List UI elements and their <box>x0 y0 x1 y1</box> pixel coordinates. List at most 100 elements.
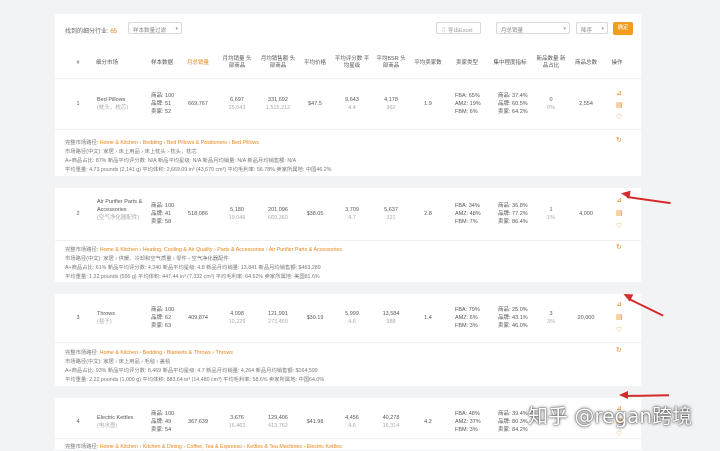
heart-icon[interactable]: ♡ <box>616 326 622 334</box>
market-name-cn: (电水壶) <box>97 423 118 429</box>
col-market: 细分市场 <box>95 60 118 66</box>
conc-sellers: 卖家: 46.0% <box>498 323 528 329</box>
weight-line: 平均重量: 1.22 pounds (556 g) 平均体积: 447.44 i… <box>65 274 320 280</box>
avg-rating: 5,999 4.6 <box>334 310 370 326</box>
total-products: 2,554 <box>579 101 593 107</box>
market-name[interactable]: Electric Kettles (电水壶) <box>97 414 143 430</box>
refresh-icon[interactable]: ↻ <box>616 346 622 354</box>
market-path-link[interactable]: Home & Kitchen › Heating, Cooling & Air … <box>100 247 342 253</box>
bsr-avg: 40,278 <box>382 415 400 421</box>
trend-chart-icon[interactable]: ⊿ <box>616 300 622 308</box>
market-path-link[interactable]: Home & Kitchen › Bedding › Blankets & Th… <box>100 350 233 356</box>
col-avg-sellers[interactable]: 平均卖家数 <box>410 60 446 67</box>
top-gmv-avg: 201,096 <box>268 207 288 213</box>
market-name[interactable]: Air Purifier Parts & Accessories (空气净化器配… <box>97 198 143 222</box>
sort-order-select[interactable]: 降序 ▾ <box>576 22 608 34</box>
market-name[interactable]: Bed Pillows (枕头，枕芯) <box>97 96 145 112</box>
seller-fba: FBA: 48% <box>455 411 480 417</box>
path-line: 完整市场路径: Home & Kitchen › Kitchen & Dinin… <box>65 442 342 450</box>
col-top-gmv[interactable]: 月均销售额 头部商品 <box>258 56 298 70</box>
sort-field-select[interactable]: 月总销量 ▾ <box>496 22 570 34</box>
top-sales-avg: 5,180 <box>230 207 244 213</box>
market-name-cn: (空气净化器配件) <box>97 215 140 221</box>
new-count: 0 <box>549 97 553 103</box>
monthly-sales: 367,639 <box>188 419 208 425</box>
cn-path: 家居 › 床上用品 › 床上枕头 › 枕头，枕芯 <box>103 149 197 155</box>
sample-products: 商品: 100 <box>151 203 175 209</box>
sort-field-value: 月总销量 <box>501 28 524 34</box>
row-detail: 完整市场路径: Home & Kitchen › Bedding › Blank… <box>55 342 641 390</box>
col-total-products[interactable]: 商品总数 <box>572 60 600 67</box>
market-name-en: Air Purifier Parts & Accessories <box>97 199 143 213</box>
market-name-en: Electric Kettles <box>97 415 134 421</box>
concentration: 商品: 25.0% 品牌: 43.1% 卖家: 46.0% <box>498 306 528 330</box>
table-row: 2 Air Purifier Parts & Accessories (空气净化… <box>55 188 641 240</box>
market-path-link[interactable]: Home & Kitchen › Bedding › Bed Pillows &… <box>100 140 259 146</box>
refresh-icon[interactable]: ↻ <box>616 243 622 251</box>
col-avg-price[interactable]: 平均价格 <box>301 60 329 67</box>
rating-count: 4,456 <box>345 415 359 421</box>
bsr-head: 988 <box>386 319 396 325</box>
result-prefix: 找到的细分行业: <box>65 29 109 35</box>
col-top-sales[interactable]: 月均销量 头部商品 <box>221 56 253 70</box>
monthly-sales: 518,086 <box>188 211 208 217</box>
conc-brands: 品牌: 60.5% <box>498 101 528 107</box>
rating-count: 5,999 <box>345 311 359 317</box>
market-path-link[interactable]: Home & Kitchen › Kitchen & Dining › Coff… <box>100 444 342 450</box>
weight-line: 平均重量: 2.22 pounds (1,009 g) 平均体积: 883.64… <box>65 377 325 383</box>
market-name-en: Bed Pillows <box>97 97 126 103</box>
row-separator <box>55 176 641 188</box>
trend-chart-icon[interactable]: ⊿ <box>616 89 622 97</box>
seller-fba: FBA: 79% <box>455 307 480 313</box>
new-products: 3 3% <box>535 310 567 326</box>
document-icon[interactable]: ▤ <box>616 313 623 321</box>
row-index: 4 <box>76 419 80 425</box>
cn-path: 家居 › 供暖、冷却和空气质量 › 零件 › 空气净化器配件 <box>103 256 229 262</box>
heart-icon[interactable]: ♡ <box>616 430 622 438</box>
heart-icon[interactable]: ♡ <box>616 222 622 230</box>
row-separator <box>55 282 641 294</box>
concentration: 商品: 37.4% 品牌: 60.5% 卖家: 64.2% <box>498 92 528 116</box>
top-gmv: 201,096 669,360 <box>258 206 298 222</box>
weight-line: 平均重量: 4.73 pounds (2,141 g) 平均体积: 2,669.… <box>65 167 332 173</box>
heart-icon[interactable]: ♡ <box>616 113 622 121</box>
avg-rating: 4,456 4.6 <box>334 414 370 430</box>
seller-fbm: FBM: 6% <box>455 109 478 115</box>
conc-brands: 品牌: 77.2% <box>498 211 528 217</box>
monthly-sales: 409,874 <box>188 315 208 321</box>
col-new-products[interactable]: 新品数量 新品占比 <box>535 56 567 70</box>
path-line: 完整市场路径: Home & Kitchen › Bedding › Blank… <box>65 348 233 356</box>
seller-type: FBA: 79% AMZ: 6% FBM: 3% <box>455 306 480 330</box>
result-count: 65 <box>110 29 118 35</box>
path-label: 完整市场路径: <box>65 247 99 253</box>
top-sales-avg: 6,697 <box>230 97 244 103</box>
sample-brands: 品牌: 62 <box>151 315 172 321</box>
col-sample[interactable]: 样本数据 <box>147 60 177 67</box>
sample-brands: 品牌: 41 <box>151 211 172 217</box>
col-avg-bsr[interactable]: 平均BSR 头部商品 <box>376 56 406 70</box>
export-excel-button[interactable]: ⇩ 导出Excel <box>436 22 481 34</box>
bsr-head: 16,314 <box>382 423 400 429</box>
avg-bsr: 40,278 16,314 <box>376 414 406 430</box>
cn-path-line: 市场路径(中文): 家居 › 供暖、冷却和空气质量 › 零件 › 空气净化器配件 <box>65 254 229 262</box>
row-index: 2 <box>76 211 80 217</box>
col-avg-rating[interactable]: 平均评分数 平均星级 <box>334 56 370 70</box>
conc-sellers: 卖家: 86.4% <box>498 219 528 225</box>
market-name[interactable]: Throws (毯子) <box>97 310 143 326</box>
download-icon: ⇩ <box>441 28 447 34</box>
seller-fbm: FBM: 3% <box>455 323 478 329</box>
col-monthly-sales[interactable]: 月总销量 <box>183 60 213 67</box>
document-icon[interactable]: ▤ <box>616 101 623 109</box>
monthly-sales: 669,767 <box>188 101 208 107</box>
seller-fbm: FBM: 3% <box>455 427 478 433</box>
bsr-head: 321 <box>386 215 396 221</box>
confirm-button[interactable]: 确定 <box>613 22 633 35</box>
document-icon[interactable]: ▤ <box>616 209 623 217</box>
row-detail: 完整市场路径: Home & Kitchen › Heating, Coolin… <box>55 240 641 288</box>
refresh-icon[interactable]: ↻ <box>616 136 622 144</box>
conc-products: 商品: 37.4% <box>498 93 528 99</box>
top-sales-head: 16,462 <box>228 423 246 429</box>
sample-filter-select[interactable]: 样本数量过滤 ▾ <box>128 22 182 34</box>
arrow-head <box>620 189 631 199</box>
sample-brands: 品牌: 49 <box>151 419 172 425</box>
